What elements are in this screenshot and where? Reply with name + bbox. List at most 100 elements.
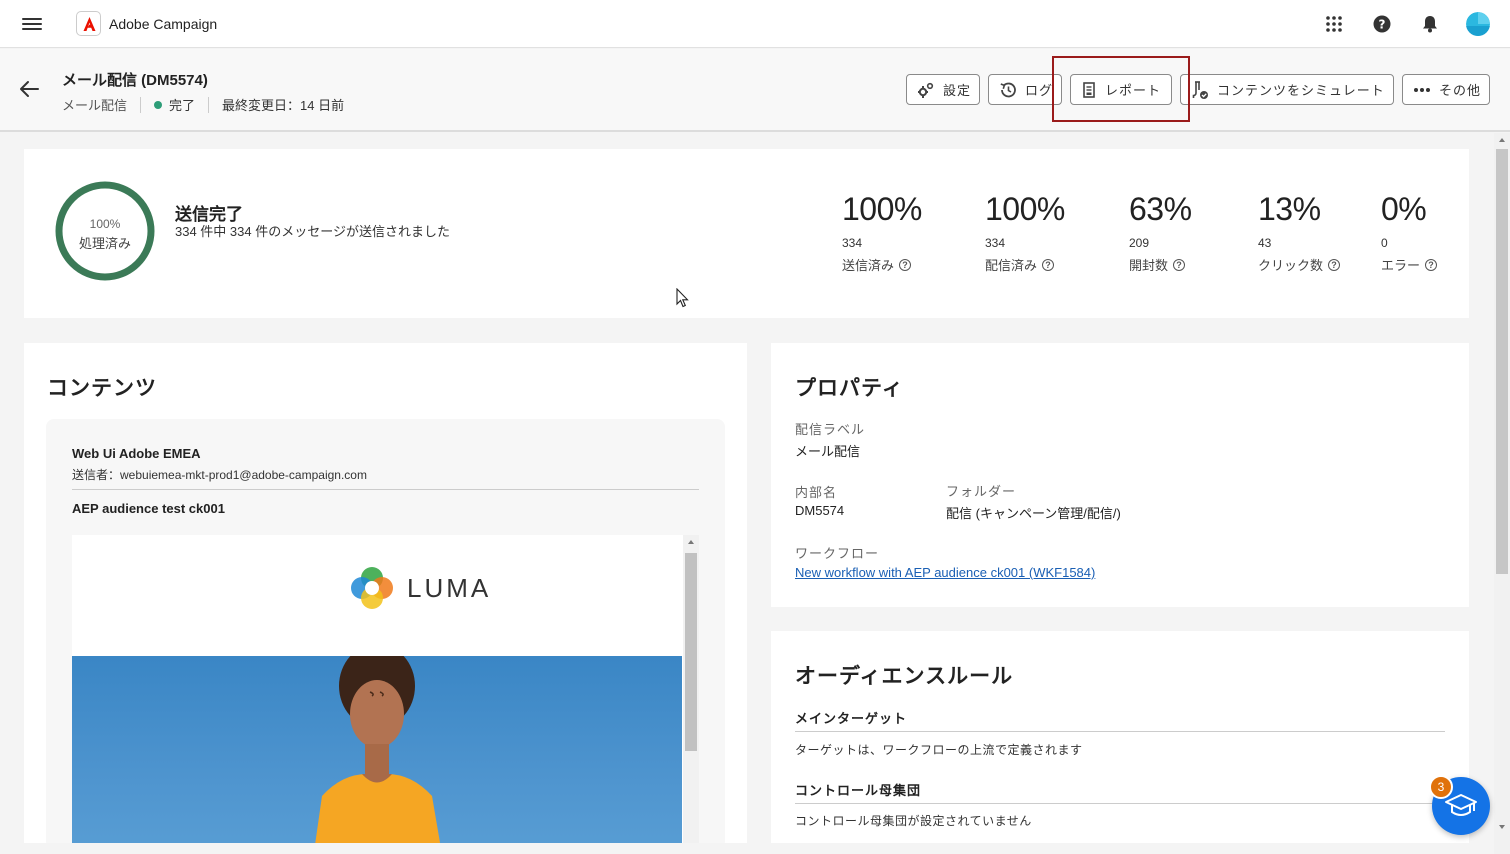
stat-label-text: 送信済み bbox=[842, 258, 895, 273]
status-dot-icon bbox=[154, 100, 163, 109]
learn-badge-count: 3 bbox=[1429, 775, 1453, 799]
content-title: コンテンツ bbox=[47, 377, 157, 400]
settings-button[interactable]: 設定 bbox=[906, 74, 980, 105]
more-button-label: その他 bbox=[1439, 83, 1482, 98]
scroll-up-arrow-icon[interactable] bbox=[683, 536, 699, 548]
stat-percent: 13% bbox=[1258, 191, 1321, 227]
delivery-label-label: 配信ラベル bbox=[795, 422, 866, 437]
sender-email: 送信者：webuiemea-mkt-prod1@adobe-campaign.c… bbox=[72, 468, 367, 482]
page-title: メール配信 (DM5574) bbox=[62, 72, 208, 89]
logs-button-label: ログ bbox=[1025, 83, 1054, 98]
stat-percent: 0% bbox=[1381, 191, 1427, 227]
luma-logo-icon bbox=[351, 567, 393, 609]
luma-brand-text: LUMA bbox=[407, 573, 492, 603]
report-button[interactable]: レポート bbox=[1070, 74, 1172, 105]
history-clock-icon bbox=[1000, 82, 1016, 97]
stat-delivered: 100% 334 配信済み? bbox=[985, 191, 1065, 274]
hamburger-menu-icon[interactable] bbox=[22, 15, 42, 33]
control-group-heading: コントロール母集団 bbox=[795, 783, 922, 798]
gear-icon bbox=[918, 82, 934, 98]
stat-percent: 100% bbox=[842, 191, 922, 227]
stat-count: 209 bbox=[1129, 236, 1150, 250]
stat-count: 0 bbox=[1381, 236, 1388, 250]
more-ellipsis-icon bbox=[1414, 87, 1430, 92]
svg-text:?: ? bbox=[1379, 18, 1386, 32]
simulate-content-button-label: コンテンツをシミュレート bbox=[1217, 83, 1385, 98]
internal-name-label: 内部名 bbox=[795, 485, 838, 500]
stat-label: 配信済み? bbox=[985, 255, 1065, 274]
main-target-heading: メインターゲット bbox=[795, 711, 908, 726]
adobe-logo-icon[interactable] bbox=[76, 11, 101, 36]
meta-divider bbox=[208, 96, 210, 113]
page-header: メール配信 (DM5574) メール配信 完了 最終変更日：14 日前 設定 ロ… bbox=[0, 49, 1510, 132]
stat-count: 43 bbox=[1258, 236, 1272, 250]
help-circle-icon[interactable]: ? bbox=[1173, 258, 1186, 271]
stat-count: 334 bbox=[985, 236, 1006, 250]
help-circle-icon[interactable]: ? bbox=[1425, 258, 1438, 271]
stat-label: 送信済み? bbox=[842, 255, 922, 274]
stat-label-text: クリック数 bbox=[1258, 258, 1324, 273]
stat-label: クリック数? bbox=[1258, 255, 1341, 274]
last-modified: 最終変更日：14 日前 bbox=[222, 98, 345, 113]
folder-value: 配信 (キャンペーン管理/配信/) bbox=[946, 506, 1121, 521]
content-card: コンテンツ Web Ui Adobe EMEA 送信者：webuiemea-mk… bbox=[24, 343, 747, 843]
delivery-label-value: メール配信 bbox=[795, 444, 861, 459]
stat-label: 開封数? bbox=[1129, 255, 1192, 274]
ring-label: 処理済み bbox=[78, 236, 131, 251]
hero-image bbox=[72, 656, 682, 843]
properties-card: プロパティ 配信ラベル メール配信 内部名 DM5574 フォルダー 配信 (キ… bbox=[771, 343, 1469, 607]
audience-divider bbox=[795, 731, 1445, 732]
report-document-icon bbox=[1083, 81, 1095, 98]
mouse-cursor-icon bbox=[676, 288, 689, 308]
workflow-link[interactable]: New workflow with AEP audience ck001 (WK… bbox=[795, 565, 1095, 580]
status-badge: 完了 bbox=[154, 95, 195, 114]
main-target-text: ターゲットは、ワークフローの上流で定義されます bbox=[795, 743, 1083, 757]
stat-count: 334 bbox=[842, 236, 863, 250]
help-circle-icon[interactable]: ? bbox=[1042, 258, 1055, 271]
graduation-cap-icon bbox=[1445, 794, 1477, 816]
back-arrow-icon[interactable] bbox=[18, 79, 42, 101]
email-body-frame[interactable]: LUMA bbox=[72, 535, 699, 843]
stat-label-text: 開封数 bbox=[1129, 258, 1169, 273]
meta-divider bbox=[140, 96, 142, 113]
stat-sent: 100% 334 送信済み? bbox=[842, 191, 922, 274]
progress-ring bbox=[55, 181, 155, 281]
stat-percent: 100% bbox=[985, 191, 1065, 227]
page-scrollbar[interactable] bbox=[1494, 133, 1510, 854]
email-preview: Web Ui Adobe EMEA 送信者：webuiemea-mkt-prod… bbox=[46, 419, 725, 843]
settings-button-label: 設定 bbox=[943, 83, 972, 98]
help-circle-icon[interactable]: ? bbox=[899, 258, 912, 271]
stat-clicks: 13% 43 クリック数? bbox=[1258, 191, 1341, 274]
page-scrollbar-thumb[interactable] bbox=[1496, 149, 1508, 574]
folder-label: フォルダー bbox=[946, 484, 1017, 499]
internal-name-value: DM5574 bbox=[795, 503, 845, 518]
logs-button[interactable]: ログ bbox=[988, 74, 1062, 105]
workflow-label: ワークフロー bbox=[795, 546, 880, 561]
help-circle-icon[interactable]: ? bbox=[1328, 258, 1341, 271]
preview-scrollbar[interactable] bbox=[683, 535, 699, 843]
top-bar: Adobe Campaign ? bbox=[0, 0, 1510, 48]
stat-label-text: エラー bbox=[1381, 258, 1421, 273]
scroll-down-arrow-icon[interactable] bbox=[1494, 821, 1510, 833]
more-button[interactable]: その他 bbox=[1402, 74, 1490, 105]
help-icon[interactable]: ? bbox=[1370, 12, 1394, 36]
scroll-up-arrow-icon[interactable] bbox=[1494, 134, 1510, 146]
user-avatar[interactable] bbox=[1466, 12, 1490, 36]
delivery-summary-card: 100% 処理済み 送信完了 334 件中 334 件のメッセージが送信されまし… bbox=[24, 149, 1469, 318]
app-switcher-icon[interactable] bbox=[1322, 12, 1346, 36]
flask-test-icon bbox=[1192, 80, 1208, 99]
preview-scrollbar-thumb[interactable] bbox=[685, 553, 697, 751]
summary-subtitle: 334 件中 334 件のメッセージが送信されました bbox=[175, 224, 450, 239]
sender-name: Web Ui Adobe EMEA bbox=[72, 446, 201, 461]
report-button-label: レポート bbox=[1105, 83, 1162, 98]
notifications-bell-icon[interactable] bbox=[1418, 12, 1442, 36]
stat-opens: 63% 209 開封数? bbox=[1129, 191, 1192, 274]
stat-label: エラー? bbox=[1381, 255, 1438, 274]
stat-label-text: 配信済み bbox=[985, 258, 1038, 273]
simulate-content-button[interactable]: コンテンツをシミュレート bbox=[1180, 74, 1394, 105]
delivery-meta: メール配信 完了 最終変更日：14 日前 bbox=[62, 95, 344, 114]
email-subject: AEP audience test ck001 bbox=[72, 501, 225, 516]
app-title[interactable]: Adobe Campaign bbox=[109, 16, 217, 32]
status-text: 完了 bbox=[169, 98, 196, 113]
delivery-type: メール配信 bbox=[62, 98, 128, 113]
